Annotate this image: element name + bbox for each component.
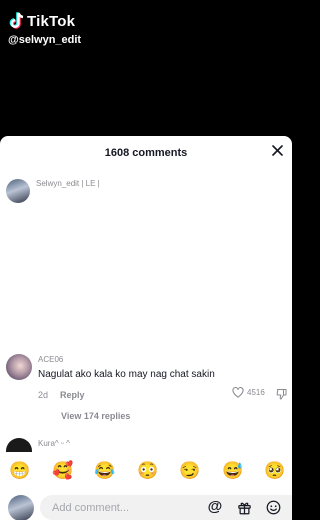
avatar[interactable] — [6, 354, 32, 380]
dislike-icon — [276, 389, 287, 400]
comment-text: Nagulat ako kala ko may nag chat sakin — [38, 369, 215, 380]
dislike-button[interactable] — [276, 387, 287, 405]
avatar — [8, 495, 34, 520]
comment-username[interactable]: Selwyn_edit | LE | — [36, 179, 100, 188]
gift-icon[interactable] — [236, 499, 252, 515]
emoji-icon-svg — [266, 500, 280, 514]
video-handle: @selwyn_edit — [8, 34, 82, 46]
like-count: 4516 — [247, 388, 265, 397]
avatar[interactable] — [6, 179, 30, 203]
emoji-quick-bar: 😁 🥰 😂 😳 😏 😅 🥺 — [0, 453, 292, 493]
comment-username[interactable]: Kura^ ᵕ ^ — [38, 439, 70, 448]
emoji-smirk[interactable]: 😏 — [179, 461, 200, 481]
gift-icon-svg — [237, 502, 251, 514]
comment-username[interactable]: ACE06 — [38, 355, 63, 364]
comment-meta: 2d Reply — [38, 390, 85, 400]
tiktok-wordmark: TikTok — [27, 12, 76, 30]
emoji-tears-of-joy[interactable]: 😂 — [94, 461, 115, 481]
emoji-flushed[interactable]: 😳 — [137, 461, 158, 481]
heart-icon — [232, 387, 244, 398]
avatar[interactable] — [6, 438, 32, 452]
tiktok-logo: TikTok — [8, 12, 75, 30]
tiktok-note-icon — [9, 12, 24, 29]
emoji-pleading[interactable]: 🥺 — [264, 461, 285, 481]
comments-count-title: 1608 comments — [104, 147, 188, 159]
comment-input[interactable] — [40, 495, 292, 520]
comments-sheet: 1608 comments Selwyn_edit | LE | ACE06 N… — [0, 136, 292, 520]
view-replies-link[interactable]: View 174 replies — [61, 411, 130, 421]
reply-button[interactable]: Reply — [60, 390, 85, 400]
comment-age: 2d — [38, 390, 49, 400]
emoji-sweat-smile[interactable]: 😅 — [222, 461, 243, 481]
comment-input-bar: @ — [0, 493, 292, 520]
close-button[interactable] — [270, 143, 284, 157]
close-icon — [271, 144, 283, 156]
emoji-hearts[interactable]: 🥰 — [52, 461, 73, 481]
emoji-grin[interactable]: 😁 — [9, 461, 30, 481]
like-button[interactable]: 4516 — [232, 387, 265, 398]
video-area[interactable]: TikTok @selwyn_edit — [0, 0, 292, 136]
emoji-icon[interactable] — [265, 499, 281, 515]
mention-icon[interactable]: @ — [207, 499, 223, 515]
